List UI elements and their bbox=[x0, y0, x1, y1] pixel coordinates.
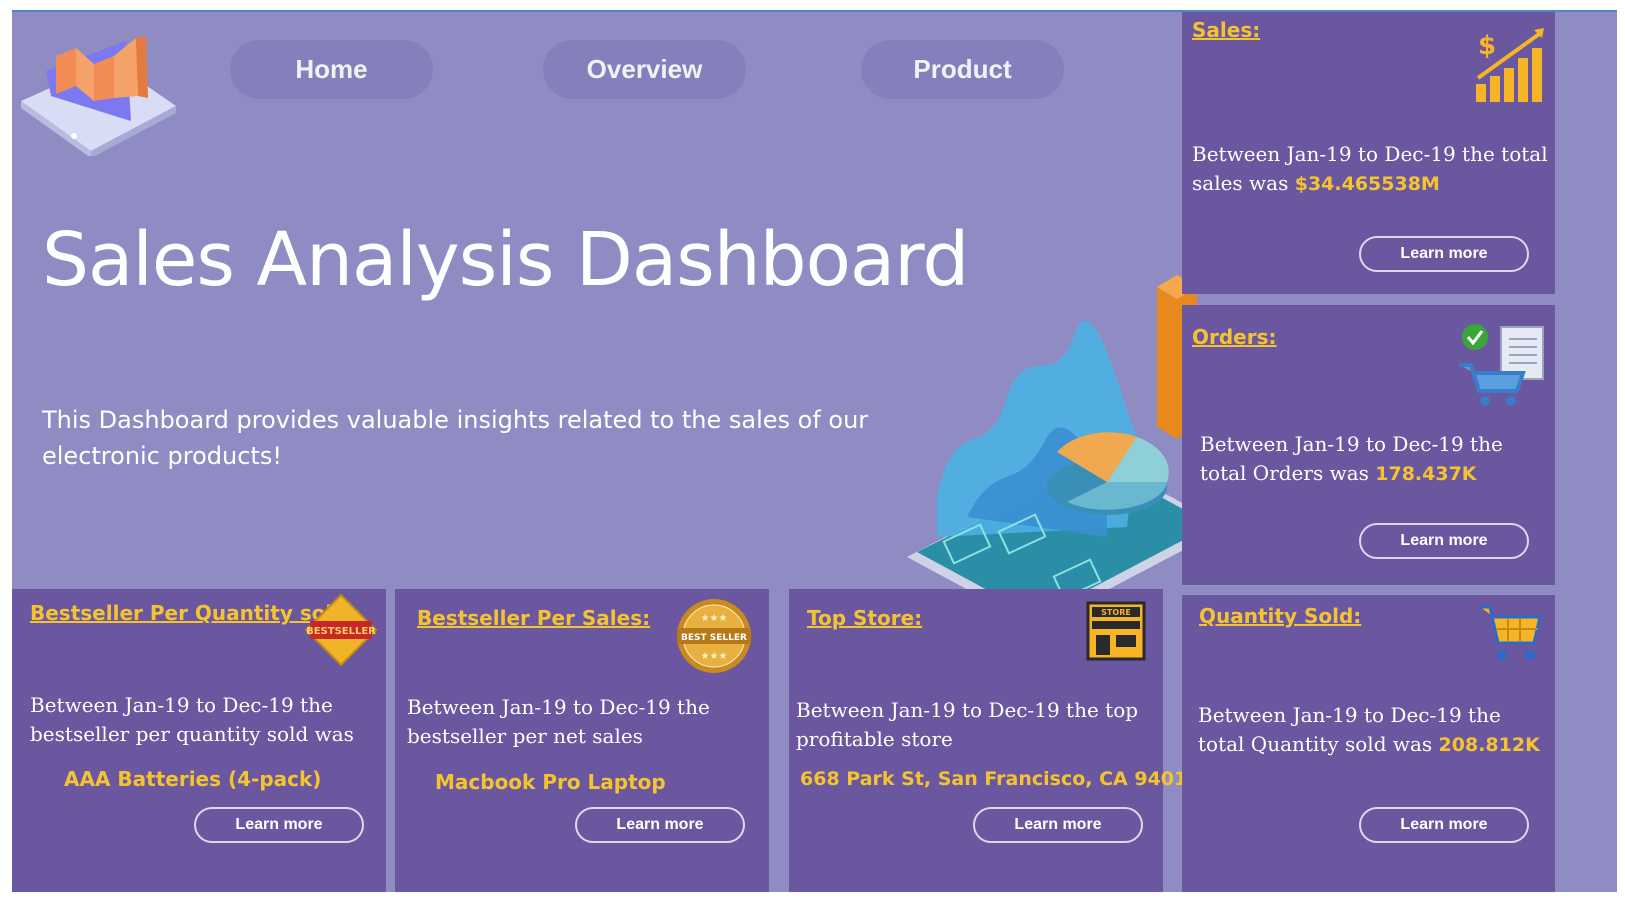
svg-text:★★★: ★★★ bbox=[701, 613, 728, 624]
sales-card: Sales: $ Between Jan-19 to Dec-19 the to… bbox=[1182, 12, 1555, 294]
bestseller-sales-title: Bestseller Per Sales: bbox=[417, 606, 651, 630]
bestseller-sales-value: Macbook Pro Laptop bbox=[435, 770, 666, 794]
nav-product-button[interactable]: Product bbox=[861, 40, 1064, 99]
bestseller-quantity-learn-more-button[interactable]: Learn more bbox=[194, 807, 364, 843]
quantity-sold-title: Quantity Sold: bbox=[1199, 604, 1362, 628]
svg-text:BEST SELLER: BEST SELLER bbox=[681, 633, 747, 643]
store-icon: STORE bbox=[1086, 601, 1146, 661]
top-store-card: Top Store: STORE Between Jan-19 to Dec-1… bbox=[789, 589, 1200, 892]
top-store-value: 668 Park St, San Francisco, CA 94016 bbox=[800, 768, 1201, 790]
dollar-growth-icon: $ bbox=[1476, 28, 1544, 102]
bestseller-sales-learn-more-button[interactable]: Learn more bbox=[575, 807, 745, 843]
best-seller-seal-icon: BEST SELLER ★★★ ★★★ bbox=[677, 599, 751, 673]
dashboard-frame: Home Overview Product Sales Analysis Das… bbox=[12, 10, 1617, 892]
quantity-sold-learn-more-button[interactable]: Learn more bbox=[1359, 807, 1529, 843]
chart-logo-icon bbox=[21, 36, 176, 156]
sales-card-title: Sales: bbox=[1192, 18, 1261, 42]
svg-text:★★★: ★★★ bbox=[701, 651, 728, 662]
top-store-title: Top Store: bbox=[807, 606, 923, 630]
bestseller-quantity-card: Bestseller Per Quantity sold: BESTSELLER… bbox=[12, 589, 386, 892]
quantity-sold-card: Quantity Sold: Between Jan-19 to Dec-19 … bbox=[1182, 595, 1555, 892]
orders-card: Orders: Between Jan-19 to Dec-19 the tot… bbox=[1182, 305, 1555, 585]
page-title: Sales Analysis Dashboard bbox=[42, 217, 969, 303]
orders-card-text: Between Jan-19 to Dec-19 the total Order… bbox=[1200, 432, 1503, 485]
bestseller-sales-text: Between Jan-19 to Dec-19 the bestseller … bbox=[407, 695, 710, 748]
quantity-sold-value: 208.812K bbox=[1438, 734, 1540, 756]
bestseller-badge-icon: BESTSELLER bbox=[304, 593, 378, 667]
cart-checklist-icon bbox=[1459, 324, 1544, 406]
orders-learn-more-button[interactable]: Learn more bbox=[1359, 523, 1529, 559]
quantity-sold-text: Between Jan-19 to Dec-19 the total Quant… bbox=[1198, 703, 1540, 756]
nav-home-button[interactable]: Home bbox=[230, 40, 433, 99]
orders-value: 178.437K bbox=[1375, 463, 1477, 485]
top-store-learn-more-button[interactable]: Learn more bbox=[973, 807, 1143, 843]
sales-learn-more-button[interactable]: Learn more bbox=[1359, 236, 1529, 272]
bestseller-quantity-value: AAA Batteries (4-pack) bbox=[64, 767, 322, 791]
sales-card-text: Between Jan-19 to Dec-19 the total sales… bbox=[1192, 142, 1548, 195]
svg-text:STORE: STORE bbox=[1101, 608, 1131, 617]
bestseller-quantity-text: Between Jan-19 to Dec-19 the bestseller … bbox=[30, 693, 354, 746]
svg-text:BESTSELLER: BESTSELLER bbox=[306, 626, 376, 637]
sales-value: $34.465538M bbox=[1294, 173, 1440, 195]
shopping-cart-icon bbox=[1480, 605, 1542, 660]
bestseller-sales-card: Bestseller Per Sales: BEST SELLER ★★★ ★★… bbox=[395, 589, 769, 892]
nav-overview-button[interactable]: Overview bbox=[543, 40, 746, 99]
svg-text:$: $ bbox=[1478, 31, 1496, 61]
top-store-text: Between Jan-19 to Dec-19 the top profita… bbox=[796, 698, 1139, 751]
orders-card-title: Orders: bbox=[1192, 325, 1277, 349]
page-description: This Dashboard provides valuable insight… bbox=[42, 406, 869, 470]
